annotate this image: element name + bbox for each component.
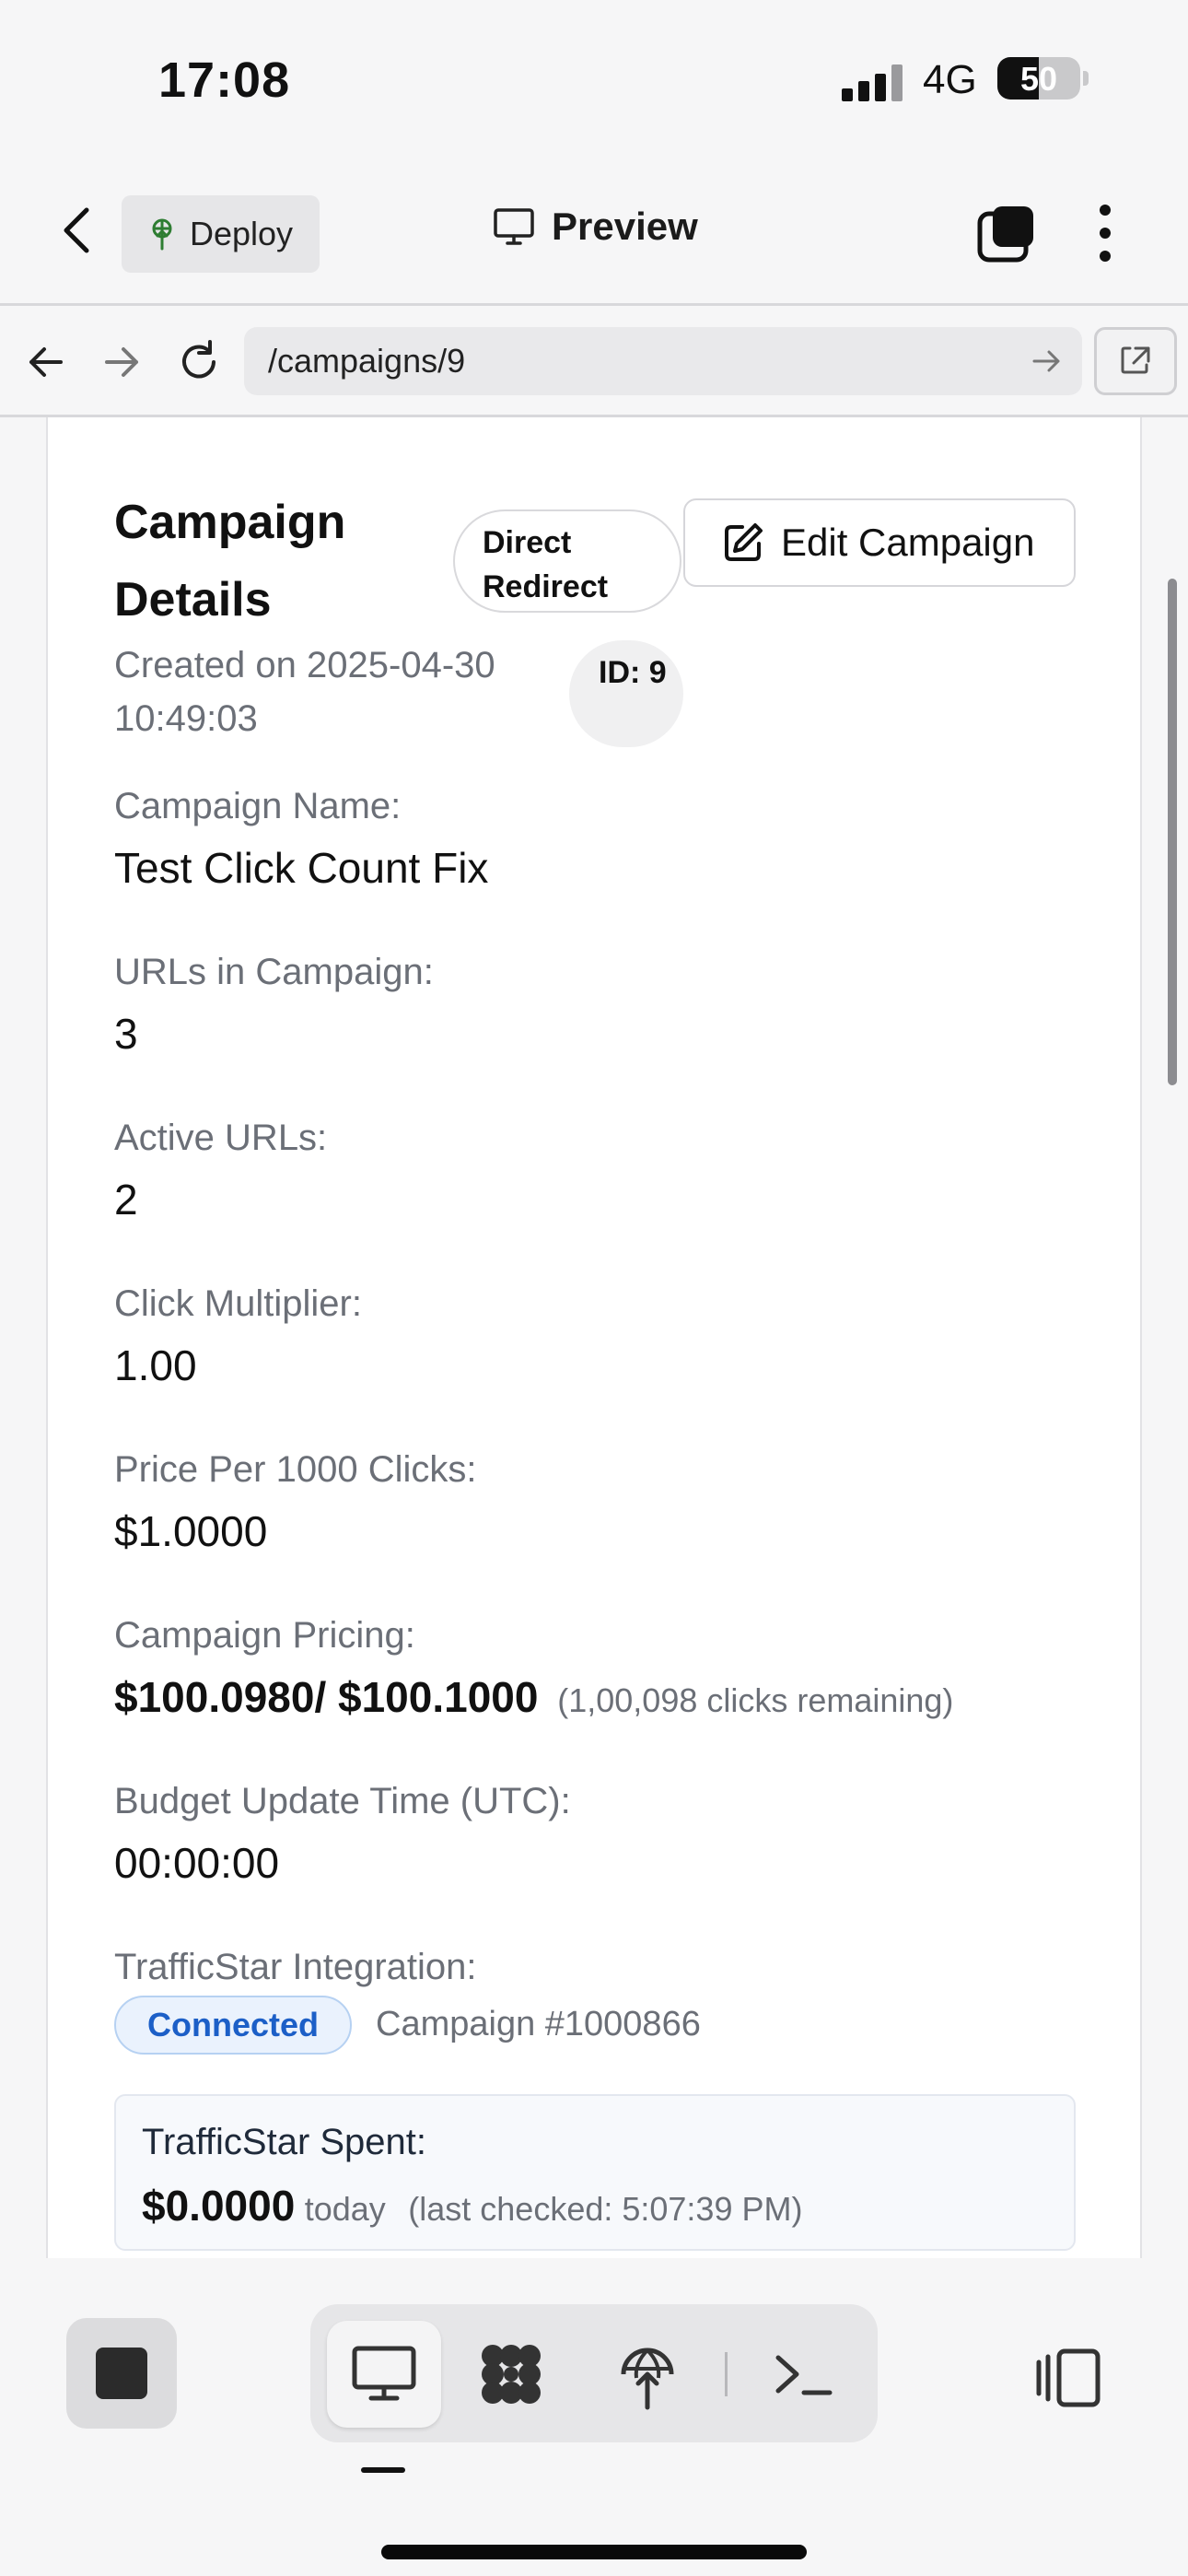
campaign-details-card: Campaign Details Direct Redirect Edit Ca…: [46, 417, 1142, 2258]
deploy-globe-icon[interactable]: [611, 2337, 684, 2411]
clicks-remaining-note: (1,00,098 clicks remaining): [557, 1681, 954, 1719]
campaign-pricing-row: $100.0980/ $100.1000 (1,00,098 clicks re…: [114, 1672, 953, 1722]
battery-level: 50: [1019, 60, 1058, 98]
url-text: /campaigns/9: [268, 342, 466, 380]
campaign-name-value: Test Click Count Fix: [114, 844, 489, 892]
back-chevron-icon[interactable]: [55, 205, 101, 256]
price-per-1000-value: $1.0000: [114, 1507, 268, 1555]
status-time: 17:08: [158, 53, 291, 108]
trafficstar-integration-label: TrafficStar Integration:: [114, 1947, 477, 1987]
tool-switcher: [310, 2304, 878, 2442]
connected-status-badge: Connected: [114, 1996, 352, 2055]
stop-icon: [96, 2348, 147, 2399]
active-urls-label: Active URLs:: [114, 1118, 328, 1158]
budget-update-label: Budget Update Time (UTC):: [114, 1781, 571, 1821]
tabs-icon[interactable]: [976, 203, 1037, 263]
spent-row: $0.0000 today (last checked: 5:07:39 PM): [142, 2181, 802, 2231]
redirect-mode-badge: Direct Redirect: [453, 509, 681, 613]
battery-icon: 50: [997, 57, 1080, 100]
cellular-signal-icon: [842, 64, 904, 101]
click-multiplier-label: Click Multiplier:: [114, 1283, 362, 1324]
stop-button[interactable]: [66, 2318, 177, 2429]
preview-label: Preview: [552, 205, 698, 248]
arrow-right-icon[interactable]: [94, 334, 149, 390]
created-timestamp: Created on 2025-04-30 10:49:03: [114, 645, 495, 739]
campaign-id-badge: ID: 9: [569, 640, 683, 747]
campaign-pricing-value: $100.0980/ $100.1000: [114, 1673, 539, 1721]
split-view-icon[interactable]: [1030, 2346, 1103, 2410]
network-type: 4G: [923, 57, 977, 102]
deploy-label: Deploy: [190, 215, 294, 252]
click-multiplier-value: 1.00: [114, 1341, 197, 1389]
open-external-button[interactable]: [1094, 327, 1177, 395]
toolbar-divider: [725, 2352, 728, 2396]
budget-update-value: 00:00:00: [114, 1839, 280, 1887]
app-header: Deploy Preview: [0, 157, 1188, 306]
monitor-icon: [494, 208, 534, 245]
last-checked-time: (last checked: 5:07:39 PM): [408, 2190, 803, 2228]
monitor-icon: [352, 2346, 416, 2401]
battery-tip: [1083, 71, 1089, 86]
reload-icon[interactable]: [171, 334, 227, 390]
workspace-grid-icon[interactable]: [474, 2337, 548, 2411]
url-input[interactable]: /campaigns/9: [244, 327, 1082, 395]
external-link-icon: [1121, 346, 1150, 374]
campaign-name-label: Campaign Name:: [114, 786, 402, 826]
edit-campaign-label: Edit Campaign: [781, 521, 1035, 564]
preview-title[interactable]: Preview: [493, 205, 698, 249]
edit-campaign-button[interactable]: Edit Campaign: [683, 498, 1076, 587]
scrollbar[interactable]: [1168, 579, 1177, 1085]
go-arrow-icon[interactable]: [1031, 347, 1064, 375]
active-tab-indicator: [361, 2467, 405, 2473]
browser-url-bar: /campaigns/9: [0, 309, 1188, 417]
price-per-1000-label: Price Per 1000 Clicks:: [114, 1449, 477, 1490]
status-bar: 17:08 4G 50: [0, 0, 1188, 157]
deploy-icon: [152, 218, 172, 251]
urls-count-label: URLs in Campaign:: [114, 952, 434, 992]
deploy-button[interactable]: Deploy: [122, 195, 320, 273]
urls-count-value: 3: [114, 1010, 138, 1058]
edit-icon: [725, 523, 763, 561]
more-vertical-icon[interactable]: [1087, 201, 1124, 265]
active-urls-value: 2: [114, 1176, 138, 1224]
campaign-pricing-label: Campaign Pricing:: [114, 1615, 415, 1656]
arrow-left-icon[interactable]: [18, 334, 74, 390]
spent-label: TrafficStar Spent:: [142, 2122, 427, 2162]
trafficstar-campaign-ref: Campaign #1000866: [376, 2005, 701, 2043]
home-indicator: [381, 2545, 807, 2559]
terminal-icon[interactable]: [767, 2337, 841, 2411]
bottom-toolbar: [0, 2258, 1188, 2576]
spent-period: today: [304, 2190, 386, 2228]
spent-amount: $0.0000: [142, 2182, 296, 2230]
page-title: Campaign Details: [114, 496, 346, 626]
page-content: Campaign Details Direct Redirect Edit Ca…: [0, 417, 1188, 2258]
trafficstar-spent-box: TrafficStar Spent: $0.0000 today (last c…: [114, 2094, 1076, 2251]
